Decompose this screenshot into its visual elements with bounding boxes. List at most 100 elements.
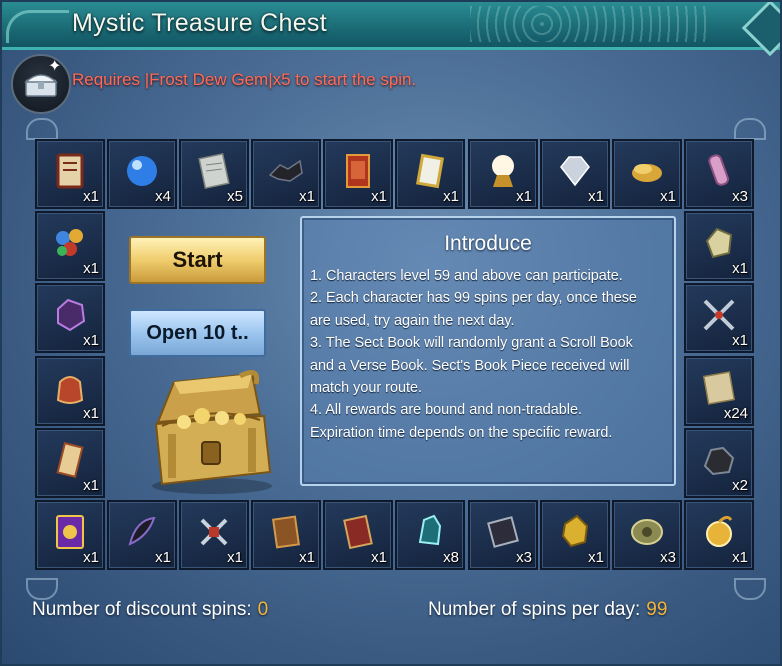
map-scroll-icon bbox=[699, 368, 739, 408]
gold-coin-icon bbox=[699, 512, 739, 552]
purple-card-icon bbox=[50, 512, 90, 552]
reward-quantity: x1 bbox=[83, 260, 99, 277]
sword-emblem-icon bbox=[194, 512, 234, 552]
reward-cell[interactable]: x1 bbox=[251, 500, 321, 570]
gold-ore-icon bbox=[555, 512, 595, 552]
spins-per-day-value: 99 bbox=[646, 599, 668, 620]
reward-cell[interactable]: x1 bbox=[107, 500, 177, 570]
corner-ornament-icon bbox=[734, 118, 766, 140]
gold-card-icon bbox=[410, 151, 450, 191]
reward-quantity: x1 bbox=[227, 549, 243, 566]
reward-quantity: x1 bbox=[83, 332, 99, 349]
reward-quantity: x1 bbox=[588, 549, 604, 566]
reward-quantity: x1 bbox=[371, 549, 387, 566]
spin-requirement: Requires |Frost Dew Gem|x5 to start the … bbox=[72, 70, 417, 89]
reward-quantity: x1 bbox=[83, 405, 99, 422]
treasure-chest-icon bbox=[144, 364, 280, 496]
reward-cell[interactable]: x1 bbox=[35, 356, 105, 426]
jade-stone-icon bbox=[699, 223, 739, 263]
reward-quantity: x1 bbox=[732, 549, 748, 566]
reward-cell[interactable]: x1 bbox=[35, 428, 105, 498]
reward-quantity: x24 bbox=[723, 405, 748, 422]
reward-cell[interactable]: x1 bbox=[395, 139, 465, 209]
open-ten-times-button[interactable]: Open 10 t.. bbox=[129, 309, 266, 357]
reward-cell[interactable]: x2 bbox=[684, 428, 754, 498]
reward-cell[interactable]: x8 bbox=[395, 500, 465, 570]
reward-cell[interactable]: x1 bbox=[468, 139, 538, 209]
reward-cell[interactable]: x3 bbox=[684, 139, 754, 209]
intro-line: 1. Characters level 59 and above can par… bbox=[310, 268, 623, 284]
reward-cell[interactable]: x1 bbox=[540, 139, 610, 209]
sparkle-icon: ✦ bbox=[48, 58, 62, 75]
reward-cell[interactable]: x24 bbox=[684, 356, 754, 426]
corner-ornament-icon bbox=[26, 578, 58, 600]
reward-quantity: x1 bbox=[299, 188, 315, 205]
reward-quantity: x1 bbox=[516, 188, 532, 205]
start-button[interactable]: Start bbox=[129, 236, 266, 284]
reward-quantity: x1 bbox=[155, 549, 171, 566]
reward-quantity: x1 bbox=[732, 260, 748, 277]
reward-quantity: x1 bbox=[83, 549, 99, 566]
discount-spins-value: 0 bbox=[257, 599, 269, 620]
reward-cell[interactable]: x1 bbox=[323, 500, 393, 570]
reward-quantity: x1 bbox=[443, 188, 459, 205]
red-pouch-icon bbox=[50, 368, 90, 408]
spins-per-day-label: Number of spins per day: bbox=[428, 599, 641, 620]
reward-quantity: x1 bbox=[371, 188, 387, 205]
reward-quantity: x8 bbox=[443, 549, 459, 566]
reward-quantity: x1 bbox=[83, 477, 99, 494]
jade-pendant-icon bbox=[627, 512, 667, 552]
reward-quantity: x3 bbox=[660, 549, 676, 566]
spins-per-day-readout: Number of spins per day: 99 bbox=[428, 599, 667, 621]
pink-vial-icon bbox=[699, 151, 739, 191]
scroll-note-icon bbox=[50, 440, 90, 480]
reward-quantity: x1 bbox=[732, 332, 748, 349]
reward-cell[interactable]: x1 bbox=[323, 139, 393, 209]
reward-quantity: x1 bbox=[83, 188, 99, 205]
discount-spins-readout: Number of discount spins: 0 bbox=[32, 599, 268, 621]
title-bar: Mystic Treasure Chest bbox=[2, 2, 780, 57]
reward-cell[interactable]: x3 bbox=[612, 500, 682, 570]
reward-cell[interactable]: x1 bbox=[251, 139, 321, 209]
treasure-chest-window: Mystic Treasure Chest ✦ Requires |Frost … bbox=[0, 0, 782, 666]
close-corner-icon[interactable] bbox=[741, 2, 780, 57]
recipe-scroll-icon bbox=[50, 151, 90, 191]
reward-quantity: x1 bbox=[660, 188, 676, 205]
brown-book-icon bbox=[266, 512, 306, 552]
reward-cell[interactable]: x1 bbox=[35, 211, 105, 281]
reward-cell[interactable]: x1 bbox=[684, 283, 754, 353]
reward-cell[interactable]: x5 bbox=[179, 139, 249, 209]
reward-cell[interactable]: x4 bbox=[107, 139, 177, 209]
chest-icon bbox=[11, 54, 71, 114]
introduce-panel: Introduce 1. Characters level 59 and abo… bbox=[300, 216, 676, 486]
crossed-swords-icon bbox=[699, 295, 739, 335]
intro-line: 2. Each character has 99 spins per day, … bbox=[310, 290, 637, 329]
reward-cell[interactable]: x3 bbox=[468, 500, 538, 570]
reward-quantity: x4 bbox=[155, 188, 171, 205]
reward-cell[interactable]: x1 bbox=[35, 500, 105, 570]
purple-stone-icon bbox=[50, 295, 90, 335]
reward-cell[interactable]: x1 bbox=[612, 139, 682, 209]
dark-book-icon bbox=[483, 512, 523, 552]
corner-ornament-icon bbox=[734, 578, 766, 600]
reward-quantity: x3 bbox=[516, 549, 532, 566]
red-book-icon bbox=[338, 512, 378, 552]
intro-text: 1. Characters level 59 and above can par… bbox=[310, 265, 640, 444]
reward-cell[interactable]: x1 bbox=[35, 283, 105, 353]
crystal-ball-icon bbox=[483, 151, 523, 191]
black-fragment-icon bbox=[266, 151, 306, 191]
paper-note-icon bbox=[194, 151, 234, 191]
reward-cell[interactable]: x1 bbox=[35, 139, 105, 209]
black-ore-icon bbox=[699, 440, 739, 480]
blue-orb-icon bbox=[122, 151, 162, 191]
reward-quantity: x3 bbox=[732, 188, 748, 205]
reward-cell[interactable]: x1 bbox=[684, 500, 754, 570]
reward-quantity: x5 bbox=[227, 188, 243, 205]
reward-quantity: x1 bbox=[299, 549, 315, 566]
title-ornament bbox=[6, 10, 69, 43]
reward-cell[interactable]: x1 bbox=[179, 500, 249, 570]
reward-cell[interactable]: x1 bbox=[540, 500, 610, 570]
teal-crystal-icon bbox=[410, 512, 450, 552]
reward-cell[interactable]: x1 bbox=[684, 211, 754, 281]
diamond-gem-icon bbox=[555, 151, 595, 191]
